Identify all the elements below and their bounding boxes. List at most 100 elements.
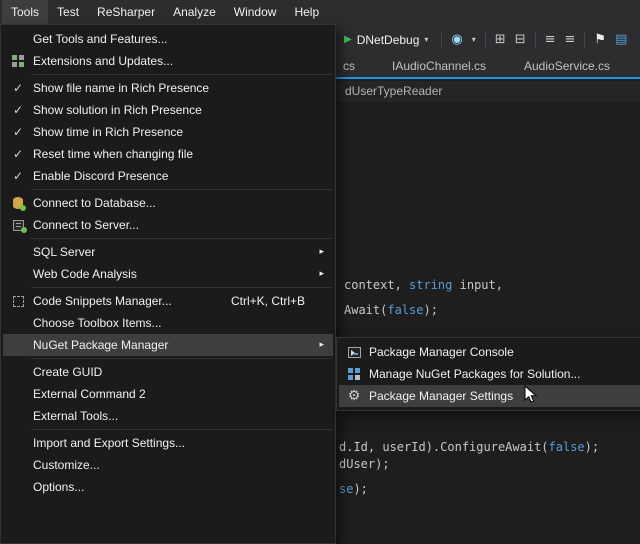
menu-separator [31,358,332,359]
menu-item-web-code-analysis[interactable]: Web Code Analysis ▸ [3,263,333,285]
tools-dropdown-menu: Get Tools and Features... Extensions and… [0,24,336,544]
menu-item-show-solution[interactable]: ✓ Show solution in Rich Presence [3,99,333,121]
chevron-down-icon[interactable]: ▾ [472,35,476,44]
chevron-down-icon[interactable]: ▾ [424,35,428,44]
menu-item-label: Code Snippets Manager... [33,294,172,308]
open-file-icon[interactable]: ⊞ [495,33,506,46]
console-icon [348,347,361,358]
menu-item-label: Options... [33,480,84,494]
code-line: dUser); [339,457,390,471]
menu-item-choose-toolbox-items[interactable]: Choose Toolbox Items... [3,312,333,334]
code-line: se); [339,482,368,496]
menu-item-customize[interactable]: Customize... [3,454,333,476]
code-text: se [339,482,353,496]
menu-item-extensions-and-updates[interactable]: Extensions and Updates... [3,50,333,72]
menu-tools[interactable]: Tools [2,0,48,24]
indent-increase-icon[interactable]: ≡ [565,33,576,46]
menu-item-label: Connect to Database... [33,196,156,210]
menu-item-label: Manage NuGet Packages for Solution... [369,367,580,381]
toolbar-separator [535,32,536,48]
menu-item-label: Show file name in Rich Presence [33,81,209,95]
menu-window[interactable]: Window [225,0,286,24]
submenu-arrow-icon: ▸ [319,269,324,279]
menu-item-enable-discord-presence[interactable]: ✓ Enable Discord Presence [3,165,333,187]
menu-separator [31,189,332,190]
menu-item-label: Customize... [33,458,100,472]
menu-test[interactable]: Test [48,0,88,24]
gear-icon: ⚙ [348,389,361,403]
indent-decrease-icon[interactable]: ≡ [545,33,556,46]
main-menu-bar: Tools Test ReSharper Analyze Window Help [0,0,640,24]
menu-item-label: Import and Export Settings... [33,436,185,450]
menu-item-label: Web Code Analysis [33,267,137,281]
server-icon [13,220,24,231]
save-all-icon[interactable]: ⊟ [515,33,526,46]
code-line: d.Id, userId).ConfigureAwait(false); [339,440,599,454]
menu-item-shortcut: Ctrl+K, Ctrl+B [231,294,305,308]
menu-item-label: External Tools... [33,409,118,423]
menu-item-code-snippets-manager[interactable]: Code Snippets Manager... Ctrl+K, Ctrl+B [3,290,333,312]
check-icon: ✓ [13,147,23,161]
attach-to-process-icon[interactable]: ◉ [451,33,462,46]
menu-resharper[interactable]: ReSharper [88,0,164,24]
bookmark-icon[interactable]: ⚑ [594,33,606,46]
navigation-bar-text[interactable]: dUserTypeReader [345,81,442,102]
menu-item-label: NuGet Package Manager [33,338,168,352]
database-icon [13,197,23,209]
menu-item-label: Package Manager Console [369,345,514,359]
code-text: context, [344,278,409,292]
debug-run-button[interactable]: ▶ DNetDebug ▾ [340,31,432,49]
tab-partial[interactable]: cs [339,55,359,77]
menu-item-manage-nuget-packages[interactable]: Manage NuGet Packages for Solution... [339,363,640,385]
menu-item-create-guid[interactable]: Create GUID [3,361,333,383]
extensions-icon [12,55,24,67]
code-text: input, [452,278,503,292]
menu-item-package-manager-console[interactable]: Package Manager Console [339,341,640,363]
menu-separator [31,287,332,288]
menu-analyze[interactable]: Analyze [164,0,225,24]
menu-separator [31,238,332,239]
menu-item-show-file-name[interactable]: ✓ Show file name in Rich Presence [3,77,333,99]
mouse-cursor [524,385,538,405]
menu-item-label: Show solution in Rich Presence [33,103,202,117]
debug-target-label: DNetDebug [357,33,420,47]
menu-item-connect-to-server[interactable]: Connect to Server... [3,214,333,236]
comment-icon[interactable]: ▤ [615,33,627,46]
tab-audioservice[interactable]: AudioService.cs [520,55,614,77]
tab-iaudiochannel[interactable]: IAudioChannel.cs [388,55,490,77]
menu-item-nuget-package-manager[interactable]: NuGet Package Manager ▸ [3,334,333,356]
icon-gutter: ⚙ [339,389,369,403]
menu-item-label: Show time in Rich Presence [33,125,183,139]
menu-item-label: Extensions and Updates... [33,54,173,68]
menu-help[interactable]: Help [285,0,328,24]
check-icon: ✓ [13,169,23,183]
submenu-arrow-icon: ▸ [319,340,324,350]
code-text: string [409,278,452,292]
icon-gutter [3,197,33,209]
menu-item-reset-time[interactable]: ✓ Reset time when changing file [3,143,333,165]
menu-item-package-manager-settings[interactable]: ⚙ Package Manager Settings [339,385,640,407]
menu-item-label: SQL Server [33,245,95,259]
menu-item-get-tools-and-features[interactable]: Get Tools and Features... [3,28,333,50]
menu-item-options[interactable]: Options... [3,476,333,498]
menu-item-import-export-settings[interactable]: Import and Export Settings... [3,432,333,454]
menu-item-sql-server[interactable]: SQL Server ▸ [3,241,333,263]
menu-item-external-command-2[interactable]: External Command 2 [3,383,333,405]
code-text: false [387,303,423,317]
menu-item-label: Choose Toolbox Items... [33,316,162,330]
code-text: dUser); [339,457,390,471]
check-icon: ✓ [13,81,23,95]
menu-separator [31,74,332,75]
menu-item-label: Reset time when changing file [33,147,193,161]
menu-item-label: External Command 2 [33,387,146,401]
menu-item-show-time[interactable]: ✓ Show time in Rich Presence [3,121,333,143]
menu-item-label: Package Manager Settings [369,389,513,403]
packages-icon [348,368,360,380]
menu-item-external-tools[interactable]: External Tools... [3,405,333,427]
code-text: Await( [344,303,387,317]
menu-item-connect-to-database[interactable]: Connect to Database... [3,192,333,214]
icon-gutter: ✓ [3,147,33,161]
code-line: Await(false); [344,303,438,317]
submenu-arrow-icon: ▸ [319,247,324,257]
icon-gutter [3,296,33,307]
